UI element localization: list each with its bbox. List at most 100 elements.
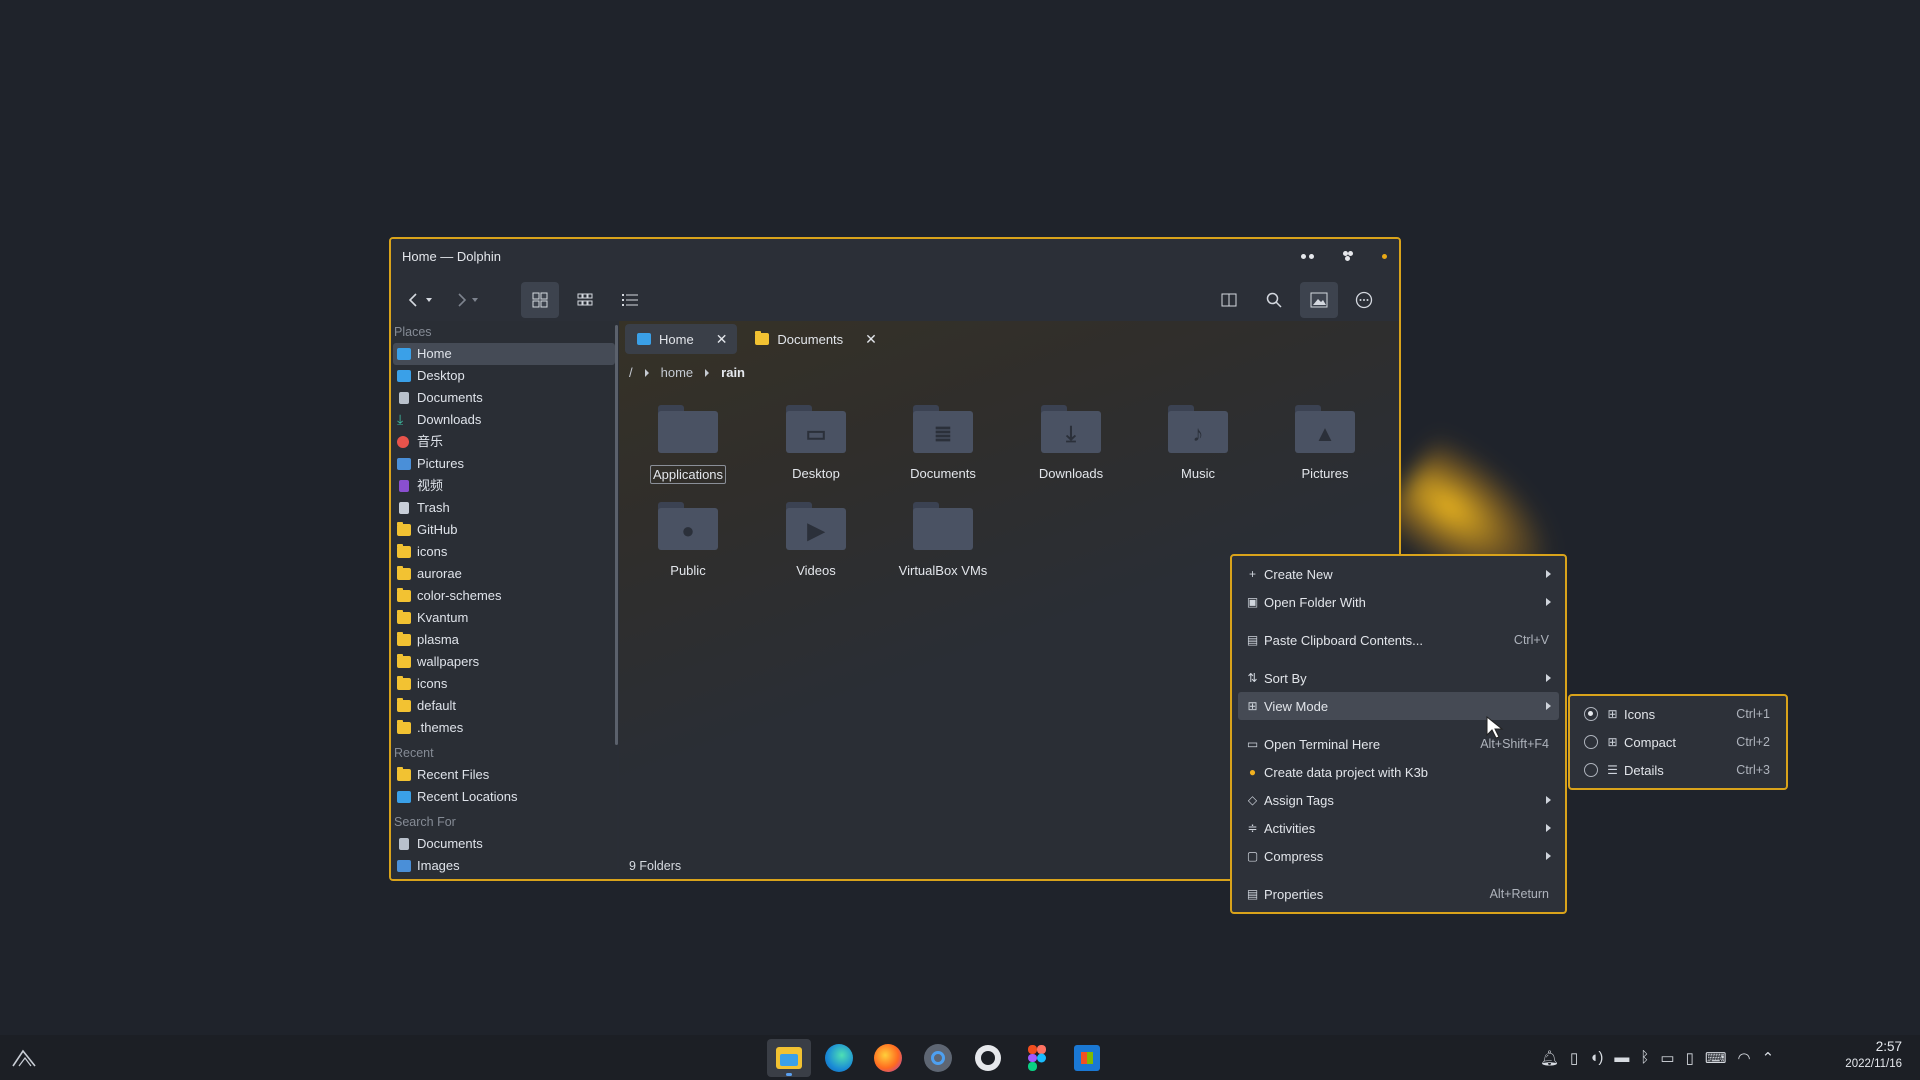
taskbar-app-edge[interactable] [817, 1039, 861, 1077]
sidebar-item-plasma[interactable]: plasma [393, 629, 615, 651]
taskbar-app-firefox[interactable] [866, 1039, 910, 1077]
sidebar-item-icons[interactable]: icons [393, 541, 615, 563]
submenu-item-icons[interactable]: ⊞ Icons Ctrl+1 [1576, 700, 1780, 728]
bluetooth-icon[interactable]: ᛒ [1640, 1049, 1649, 1066]
clock[interactable]: 2:57 2022/11/16 [1845, 1039, 1902, 1070]
sidebar-item-kvantum[interactable]: Kvantum [393, 607, 615, 629]
menu-item-open-folder-with[interactable]: ▣ Open Folder With [1238, 588, 1559, 616]
close-button[interactable] [1382, 253, 1387, 259]
volume-icon[interactable]: ◖) [1589, 1049, 1603, 1066]
breadcrumb-home[interactable]: home [661, 365, 694, 380]
radio-unchecked-icon[interactable] [1584, 735, 1598, 749]
breadcrumb-arrow-icon[interactable] [705, 368, 710, 377]
download-icon: ⤓ [397, 411, 404, 427]
breadcrumb-arrow-icon[interactable] [644, 368, 649, 377]
battery-icon[interactable]: ▬ [1614, 1049, 1629, 1066]
split-icon [1221, 293, 1237, 307]
sidebar-item-recent-locations[interactable]: Recent Locations [393, 786, 615, 808]
tab-documents[interactable]: Documents ✕ [743, 324, 886, 354]
sidebar-item-trash[interactable]: Trash [393, 497, 615, 519]
sidebar-item-wallpapers[interactable]: wallpapers [393, 651, 615, 673]
sidebar-item-videos[interactable]: 视频 [393, 475, 615, 497]
close-icon[interactable]: ✕ [865, 331, 877, 348]
folder-item[interactable]: ▶ Videos [761, 502, 871, 579]
sidebar-item-github[interactable]: GitHub [393, 519, 615, 541]
view-mode-submenu: ⊞ Icons Ctrl+1 ⊞ Compact Ctrl+2 ☰ Details Ctrl… [1568, 694, 1788, 790]
breadcrumb-current[interactable]: rain [721, 365, 745, 380]
folder-item[interactable]: Applications [633, 405, 743, 484]
taskbar-app-dolphin[interactable] [767, 1039, 811, 1077]
sidebar-item-label: Kvantum [417, 610, 469, 625]
sidebar-item-search-images[interactable]: Images [393, 855, 615, 877]
sidebar-item-pictures[interactable]: Pictures [393, 453, 615, 475]
launcher-button[interactable] [2, 1039, 46, 1077]
folder-item[interactable]: ⤓ Downloads [1016, 405, 1126, 482]
folder-item[interactable]: ♪ Music [1143, 405, 1253, 482]
menu-item-view-mode[interactable]: ⊞ View Mode [1238, 692, 1559, 720]
submenu-item-details[interactable]: ☰ Details Ctrl+3 [1576, 756, 1780, 784]
menu-item-open-terminal[interactable]: ▭ Open Terminal Here Alt+Shift+F4 [1238, 730, 1559, 758]
chevron-up-icon[interactable]: ⌃ [1762, 1049, 1775, 1067]
maximize-button[interactable] [1343, 251, 1353, 261]
breadcrumb: / home rain [629, 365, 745, 380]
clipboard-icon[interactable]: ▯ [1570, 1049, 1578, 1067]
menu-item-activities[interactable]: ≑ Activities [1238, 814, 1559, 842]
menu-item-k3b[interactable]: ● Create data project with K3b [1238, 758, 1559, 786]
radio-unchecked-icon[interactable] [1584, 763, 1598, 777]
breadcrumb-root[interactable]: / [629, 365, 633, 380]
close-icon[interactable]: ✕ [716, 331, 728, 348]
sidebar-item-recent-files[interactable]: Recent Files [393, 764, 615, 786]
pictures-folder-icon: ▲ [1293, 405, 1357, 457]
taskbar-app-github[interactable] [966, 1039, 1010, 1077]
menu-item-paste[interactable]: ▤ Paste Clipboard Contents... Ctrl+V [1238, 626, 1559, 654]
folder-icon [397, 544, 411, 558]
view-details-button[interactable] [611, 282, 649, 318]
sidebar-item-downloads[interactable]: ⤓ Downloads [393, 409, 615, 431]
folder-item[interactable]: ≣ Documents [888, 405, 998, 482]
folder-item[interactable]: VirtualBox VMs [888, 502, 998, 579]
taskbar-app-settings[interactable] [916, 1039, 960, 1077]
keyboard-icon[interactable]: ⌨ [1705, 1049, 1727, 1067]
sidebar-item-label: Documents [417, 836, 483, 851]
view-compact-button[interactable] [566, 282, 604, 318]
taskbar-app-figma[interactable] [1015, 1039, 1059, 1077]
sidebar-item-music[interactable]: 音乐 [393, 431, 615, 453]
menu-item-sort-by[interactable]: ⇅ Sort By [1238, 664, 1559, 692]
radio-checked-icon[interactable] [1584, 707, 1598, 721]
minimize-button[interactable] [1301, 253, 1314, 259]
title-bar[interactable]: Home — Dolphin [391, 239, 1399, 273]
folder-icon [755, 331, 770, 345]
sidebar-item-desktop[interactable]: Desktop [393, 365, 615, 387]
sidebar-item-color-schemes[interactable]: color-schemes [393, 585, 615, 607]
menu-item-assign-tags[interactable]: ◇ Assign Tags [1238, 786, 1559, 814]
submenu-item-compact[interactable]: ⊞ Compact Ctrl+2 [1576, 728, 1780, 756]
taskbar-app-store[interactable] [1065, 1039, 1109, 1077]
forward-button[interactable] [451, 282, 487, 318]
split-view-button[interactable] [1210, 282, 1248, 318]
menu-item-compress[interactable]: ▢ Compress [1238, 842, 1559, 870]
display-icon[interactable]: ▭ [1660, 1049, 1674, 1067]
sidebar-item-documents[interactable]: Documents [393, 387, 615, 409]
folder-item[interactable]: ● Public [633, 502, 743, 579]
back-button[interactable] [403, 282, 439, 318]
sidebar-item-aurorae[interactable]: aurorae [393, 563, 615, 585]
search-button[interactable] [1255, 282, 1293, 318]
phone-icon[interactable]: ▯ [1686, 1049, 1694, 1067]
folder-item[interactable]: ▲ Pictures [1270, 405, 1380, 482]
sidebar-item-home[interactable]: Home [393, 343, 615, 365]
bell-icon[interactable]: 🔔︎ [1540, 1049, 1559, 1067]
sidebar-item-themes[interactable]: .themes [393, 717, 615, 739]
more-button[interactable] [1345, 282, 1383, 318]
wifi-icon[interactable]: ◠ [1738, 1049, 1751, 1067]
folder-item[interactable]: ▭ Desktop [761, 405, 871, 482]
tab-home[interactable]: Home ✕ [625, 324, 738, 354]
view-icons-button[interactable] [521, 282, 559, 318]
sidebar-item-icons-2[interactable]: icons [393, 673, 615, 695]
menu-shortcut: Alt+Return [1489, 887, 1549, 901]
menu-item-properties[interactable]: ▤ Properties Alt+Return [1238, 880, 1559, 908]
preview-button[interactable] [1300, 282, 1338, 318]
sidebar-item-default[interactable]: default [393, 695, 615, 717]
menu-item-create-new[interactable]: + Create New [1238, 560, 1559, 588]
sidebar-item-search-documents[interactable]: Documents [393, 833, 615, 855]
sidebar-scrollbar[interactable] [615, 325, 618, 745]
